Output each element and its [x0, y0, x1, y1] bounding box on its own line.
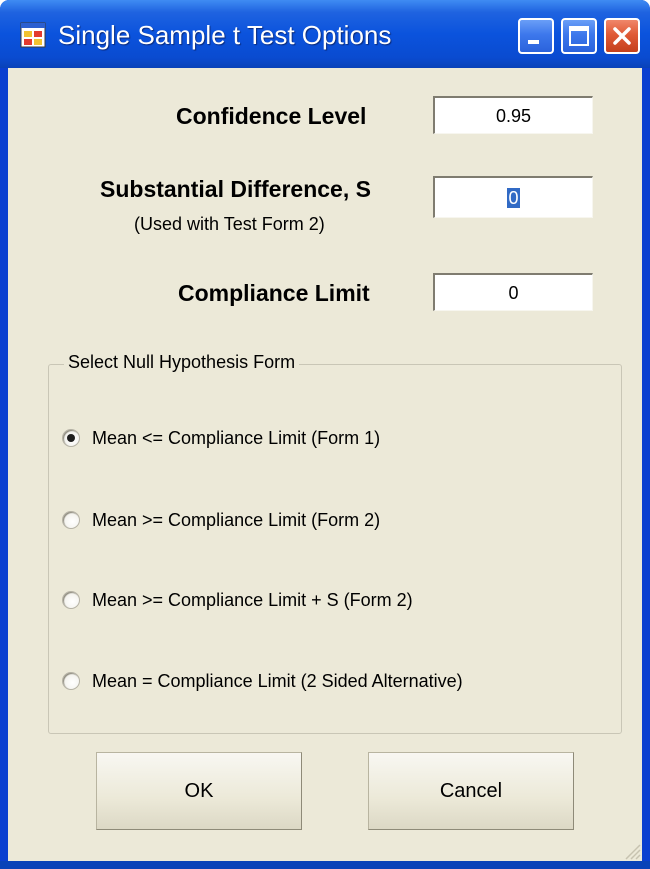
- radio-form-1-label: Mean <= Compliance Limit (Form 1): [92, 427, 381, 448]
- radio-button[interactable]: [62, 672, 80, 690]
- title-bar[interactable]: Single Sample t Test Options: [0, 0, 650, 68]
- radio-button-checked[interactable]: [62, 429, 80, 447]
- radio-form-2[interactable]: Mean >= Compliance Limit (Form 2): [62, 507, 380, 533]
- confidence-level-label: Confidence Level: [176, 103, 367, 129]
- radio-form-2-plus-s[interactable]: Mean >= Compliance Limit + S (Form 2): [62, 587, 413, 613]
- minimize-button[interactable]: [518, 18, 554, 54]
- null-hypothesis-group-legend: Select Null Hypothesis Form: [64, 352, 300, 373]
- substantial-difference-value: 0: [507, 188, 520, 208]
- cancel-button[interactable]: Cancel: [368, 752, 574, 830]
- app-window-icon: [20, 22, 46, 48]
- maximize-icon: [569, 26, 589, 46]
- resize-grip-icon[interactable]: [622, 841, 642, 861]
- confidence-level-input[interactable]: 0.95: [433, 96, 593, 134]
- maximize-button[interactable]: [561, 18, 597, 54]
- dialog-client-area: Confidence Level 0.95 Substantial Differ…: [8, 68, 642, 861]
- compliance-limit-input[interactable]: 0: [433, 273, 593, 311]
- radio-button[interactable]: [62, 511, 80, 529]
- minimize-icon: [528, 40, 539, 44]
- substantial-difference-input[interactable]: 0: [433, 176, 593, 218]
- compliance-limit-label: Compliance Limit: [178, 280, 370, 306]
- radio-form-1[interactable]: Mean <= Compliance Limit (Form 1): [62, 425, 380, 451]
- radio-two-sided[interactable]: Mean = Compliance Limit (2 Sided Alterna…: [62, 668, 463, 694]
- radio-form-2-label: Mean >= Compliance Limit (Form 2): [92, 509, 381, 530]
- window-title: Single Sample t Test Options: [58, 20, 392, 50]
- window-bottom-border: [0, 861, 650, 869]
- dialog-window: Single Sample t Test Options Confidence …: [0, 0, 650, 869]
- radio-form-2-plus-s-label: Mean >= Compliance Limit + S (Form 2): [92, 589, 413, 610]
- substantial-difference-label: Substantial Difference, S: [100, 176, 371, 202]
- close-icon: [613, 27, 631, 45]
- radio-button[interactable]: [62, 591, 80, 609]
- radio-two-sided-label: Mean = Compliance Limit (2 Sided Alterna…: [92, 670, 463, 691]
- substantial-difference-note: (Used with Test Form 2): [134, 214, 325, 234]
- close-button[interactable]: [604, 18, 640, 54]
- ok-button[interactable]: OK: [96, 752, 302, 830]
